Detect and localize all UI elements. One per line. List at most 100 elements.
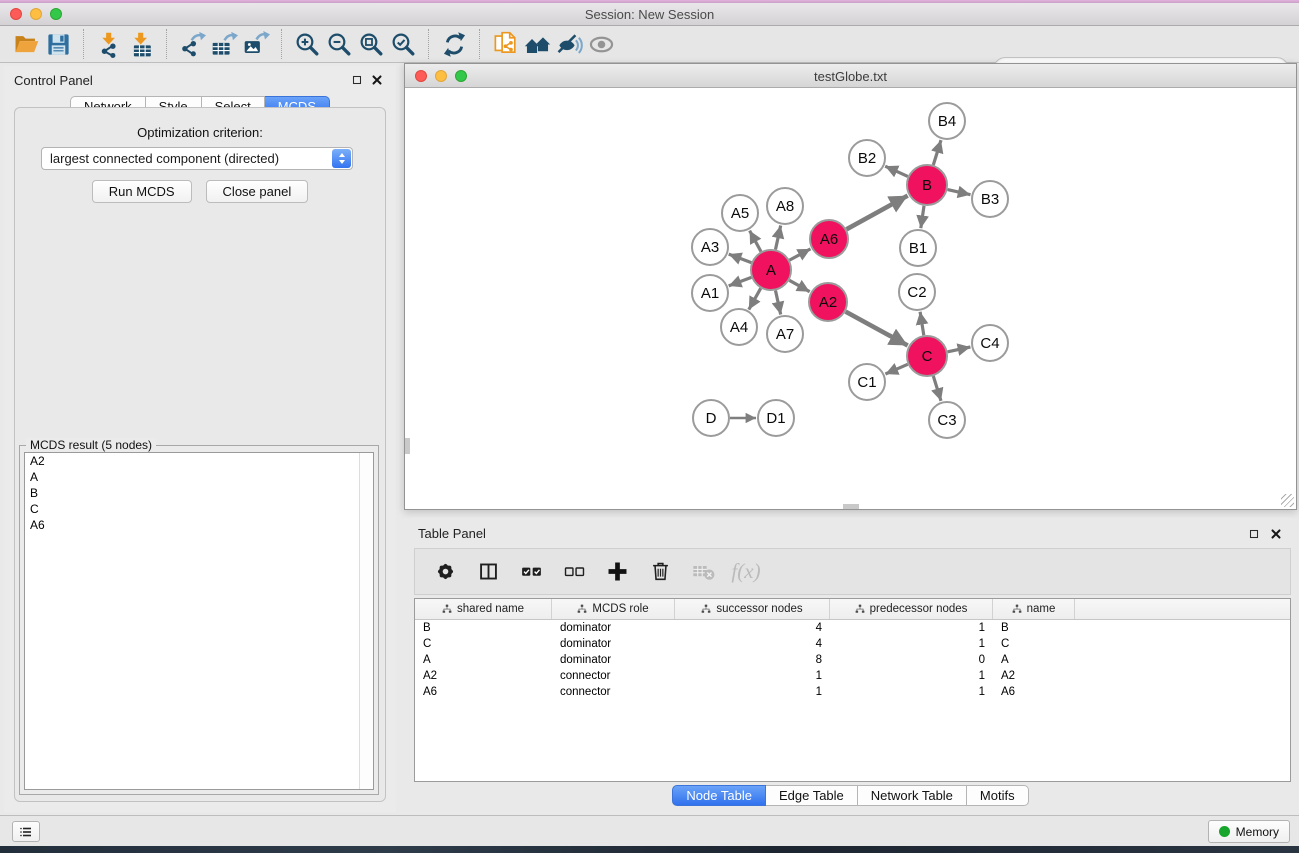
column-header-shared-name[interactable]: shared name <box>415 599 552 619</box>
canvas-bottom-handle[interactable] <box>843 504 859 509</box>
column-header-predecessor-nodes[interactable]: predecessor nodes <box>830 599 993 619</box>
column-header-name[interactable]: name <box>993 599 1075 619</box>
table-cell: C <box>993 638 1075 650</box>
graph-node-A[interactable]: A <box>751 250 791 290</box>
table-close-button[interactable] <box>1269 527 1283 541</box>
table-cell: A2 <box>415 670 552 682</box>
mcds-result-item[interactable]: A2 <box>25 453 373 469</box>
svg-text:A3: A3 <box>701 239 719 256</box>
app-titlebar: Session: New Session <box>0 3 1299 26</box>
table-cell: A6 <box>415 686 552 698</box>
export-table-button[interactable] <box>208 28 240 60</box>
graph-node-A3[interactable]: A3 <box>692 229 728 265</box>
graph-node-A7[interactable]: A7 <box>767 316 803 352</box>
table-row[interactable]: A2connector11A2 <box>415 668 1290 684</box>
graph-node-A5[interactable]: A5 <box>722 195 758 231</box>
graph-node-D[interactable]: D <box>693 400 729 436</box>
table-row[interactable]: Bdominator41B <box>415 620 1290 636</box>
graph-edge-B-B2 <box>885 166 908 176</box>
table-row[interactable]: Cdominator41C <box>415 636 1290 652</box>
import-table-icon <box>128 31 155 58</box>
svg-text:B3: B3 <box>981 191 999 208</box>
zoom-in-button[interactable] <box>291 28 323 60</box>
table-float-button[interactable] <box>1247 527 1261 541</box>
save-session-icon <box>45 31 72 58</box>
svg-text:A8: A8 <box>776 198 794 215</box>
delete-columns-button[interactable] <box>646 558 674 586</box>
graph-edge-A-A2 <box>789 280 809 291</box>
unselect-all-columns-button[interactable] <box>560 558 588 586</box>
graph-node-B3[interactable]: B3 <box>972 181 1008 217</box>
zoom-selected-button[interactable] <box>387 28 419 60</box>
export-image-button[interactable] <box>240 28 272 60</box>
dropdown-stepper-icon <box>332 149 351 168</box>
table-cell: dominator <box>552 622 675 634</box>
tab-motifs[interactable]: Motifs <box>967 785 1029 806</box>
graph-node-C1[interactable]: C1 <box>849 364 885 400</box>
graph-edge-A-A7 <box>776 291 781 315</box>
select-all-columns-button[interactable] <box>517 558 545 586</box>
tab-network-table[interactable]: Network Table <box>858 785 967 806</box>
graph-node-B4[interactable]: B4 <box>929 103 965 139</box>
close-panel-button[interactable] <box>370 73 384 87</box>
hide-panel-icon <box>556 31 583 58</box>
toolbar-separator <box>83 29 84 59</box>
import-network-button[interactable] <box>93 28 125 60</box>
task-history-button[interactable] <box>12 821 40 842</box>
svg-text:C1: C1 <box>857 374 876 391</box>
graph-node-C[interactable]: C <box>907 336 947 376</box>
refresh-view-button[interactable] <box>438 28 470 60</box>
column-header-successor-nodes[interactable]: successor nodes <box>675 599 830 619</box>
graph-node-A2[interactable]: A2 <box>809 283 847 321</box>
canvas-left-handle[interactable] <box>405 438 410 454</box>
mcds-result-item[interactable]: C <box>25 501 373 517</box>
mcds-result-item[interactable]: B <box>25 485 373 501</box>
save-session-button[interactable] <box>42 28 74 60</box>
close-panel-action-button[interactable]: Close panel <box>206 180 309 203</box>
network-canvas[interactable]: B4 B2 B B3 A8 A5 A6 A3 B1 A A1 C2 A2 A4 A7 C4 C C1 C3 D D1 <box>405 88 1296 509</box>
tab-node-table[interactable]: Node Table <box>672 785 766 806</box>
window-resize-grip[interactable] <box>1281 494 1294 507</box>
graph-node-A8[interactable]: A8 <box>767 188 803 224</box>
attribute-settings-button[interactable] <box>431 558 459 586</box>
show-column-panel-button[interactable] <box>474 558 502 586</box>
clone-network-button[interactable] <box>489 28 521 60</box>
home-layout-button[interactable] <box>521 28 553 60</box>
graph-node-B2[interactable]: B2 <box>849 140 885 176</box>
create-new-column-icon <box>605 559 630 584</box>
memory-button[interactable]: Memory <box>1208 820 1290 843</box>
graph-node-A4[interactable]: A4 <box>721 309 757 345</box>
export-network-button[interactable] <box>176 28 208 60</box>
create-new-column-button[interactable] <box>603 558 631 586</box>
zoom-fit-button[interactable] <box>355 28 387 60</box>
tab-edge-table[interactable]: Edge Table <box>766 785 858 806</box>
svg-text:C2: C2 <box>907 284 926 301</box>
hide-panel-button[interactable] <box>553 28 585 60</box>
graph-node-A6[interactable]: A6 <box>810 220 848 258</box>
zoom-out-button[interactable] <box>323 28 355 60</box>
float-panel-button[interactable] <box>350 73 364 87</box>
mcds-result-item[interactable]: A6 <box>25 517 373 533</box>
import-table-button[interactable] <box>125 28 157 60</box>
table-row[interactable]: Adominator80A <box>415 652 1290 668</box>
table-row[interactable]: A6connector11A6 <box>415 684 1290 700</box>
graph-node-C2[interactable]: C2 <box>899 274 935 310</box>
mcds-result-list[interactable]: A2ABCA6 <box>24 452 374 790</box>
network-window-titlebar[interactable]: testGlobe.txt <box>405 64 1296 88</box>
table-header-row: shared nameMCDS rolesuccessor nodesprede… <box>415 599 1290 620</box>
run-mcds-button[interactable]: Run MCDS <box>92 180 192 203</box>
open-file-button[interactable] <box>10 28 42 60</box>
graph-node-D1[interactable]: D1 <box>758 400 794 436</box>
svg-text:B: B <box>922 177 932 194</box>
column-header-MCDS-role[interactable]: MCDS role <box>552 599 675 619</box>
criterion-dropdown[interactable]: largest connected component (directed) <box>41 147 353 170</box>
graph-node-C4[interactable]: C4 <box>972 325 1008 361</box>
graph-node-B[interactable]: B <box>907 165 947 205</box>
list-scrollbar[interactable] <box>359 453 373 789</box>
graph-node-B1[interactable]: B1 <box>900 230 936 266</box>
table-cell: A6 <box>993 686 1075 698</box>
graph-node-A1[interactable]: A1 <box>692 275 728 311</box>
graph-node-C3[interactable]: C3 <box>929 402 965 438</box>
show-eye-button[interactable] <box>585 28 617 60</box>
mcds-result-item[interactable]: A <box>25 469 373 485</box>
